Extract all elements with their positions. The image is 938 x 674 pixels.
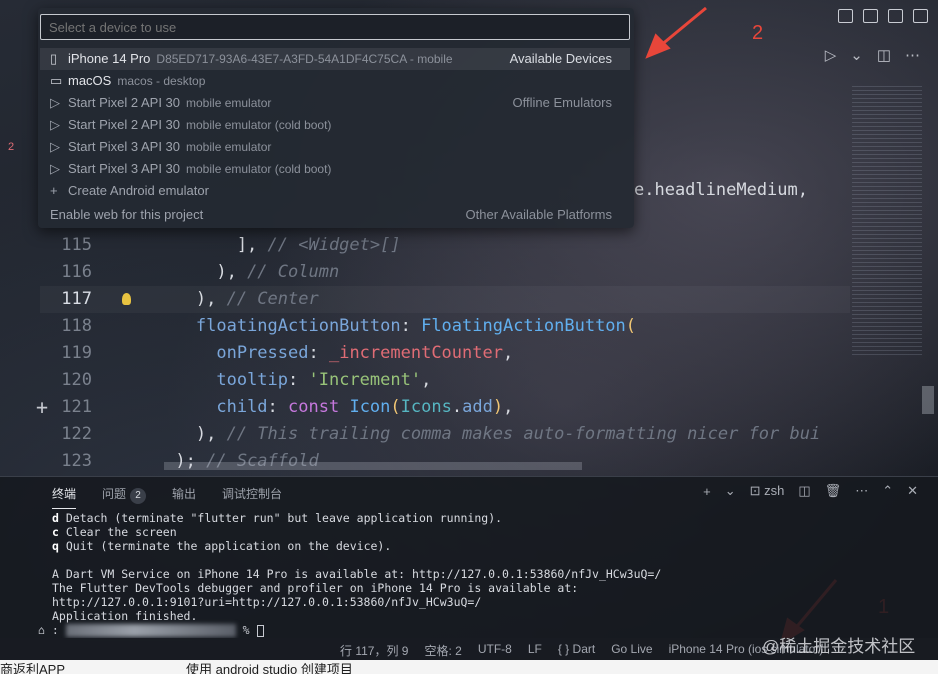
arrow-to-device-list [659, 6, 707, 48]
terminal-line: http://127.0.0.1:9101?uri=http://127.0.0… [52, 595, 912, 609]
split-terminal-icon[interactable]: ◫ [798, 483, 810, 499]
terminal-cursor [256, 624, 264, 637]
close-icon[interactable]: ✕ [907, 483, 918, 499]
watermark: @稀土掘金技术社区 [762, 637, 916, 656]
maximize-panel-icon[interactable]: ⌃ [882, 483, 893, 499]
underlying-page-strip: 商返利APP 使用 android studio 创建项目 [0, 660, 938, 674]
more-icon[interactable]: ⋯ [855, 483, 868, 499]
panel-tab-label: 终端 [52, 487, 77, 501]
terminal-key: q [52, 539, 59, 553]
terminal-shell[interactable]: ⊡ zsh [750, 483, 785, 499]
page-text-mid: 使用 android studio 创建项目 [186, 662, 353, 674]
page-text-left: 商返利APP [0, 662, 66, 674]
status-item[interactable]: LF [528, 642, 542, 659]
chevron-down-icon[interactable]: ⌄ [725, 483, 736, 499]
bottom-panel: 终端 问题 2 输出 调试控制台 + ⌄ ⊡ zsh ◫ 🗑 ⋯ ⌃ ✕ d Detac… [0, 476, 938, 638]
terminal-text: Clear the screen [58, 525, 177, 539]
terminal-icon: ⊡ [749, 483, 761, 498]
trash-icon[interactable]: 🗑 [825, 483, 842, 499]
panel-tab-label: 调试控制台 [222, 487, 283, 501]
problems-badge: 2 [130, 488, 147, 504]
status-item[interactable]: 空格: 2 [424, 642, 461, 659]
panel-tab-label: 输出 [172, 487, 197, 501]
status-item[interactable]: Go Live [611, 642, 652, 659]
terminal-line: Application finished. [52, 609, 912, 623]
redacted-path [65, 624, 236, 637]
status-item[interactable]: { } Dart [558, 642, 595, 659]
terminal-line: d Detach (terminate "flutter run" but le… [52, 511, 912, 525]
panel-tab[interactable]: 输出 [172, 485, 196, 509]
terminal-line: A Dart VM Service on iPhone 14 Pro is av… [52, 567, 912, 581]
annotation-number-2: 2 [752, 22, 764, 44]
terminal-key: c [52, 525, 59, 539]
panel-actions: + ⌄ ⊡ zsh ◫ 🗑 ⋯ ⌃ ✕ [703, 483, 918, 499]
new-terminal-icon[interactable]: + [703, 484, 711, 499]
terminal-line: q Quit (terminate the application on the… [52, 539, 912, 553]
terminal-output[interactable]: d Detach (terminate "flutter run" but le… [52, 511, 912, 623]
panel-tab-label: 问题 [102, 487, 127, 501]
terminal-text: Detach (terminate "flutter run" but leav… [58, 511, 503, 525]
status-item[interactable]: UTF-8 [478, 642, 512, 659]
terminal-text: Quit (terminate the application on the d… [58, 539, 392, 553]
status-item[interactable]: 行 117，列 9 [340, 642, 408, 659]
status-items: 行 117，列 9 空格: 2 UTF-8 LF{ } Dart Go Live iPho… [340, 642, 823, 659]
panel-tabs: 终端 问题 2 输出 调试控制台 [52, 485, 282, 509]
panel-tab[interactable]: 终端 [52, 485, 77, 509]
panel-tab[interactable]: 调试控制台 [222, 485, 282, 509]
panel-tab[interactable]: 问题 2 [102, 485, 147, 509]
terminal-text: The Flutter DevTools debugger and profil… [52, 581, 579, 595]
terminal-text: A Dart VM Service on iPhone 14 Pro is av… [52, 567, 662, 581]
terminal-key: d [52, 511, 59, 525]
terminal-line: The Flutter DevTools debugger and profil… [52, 581, 912, 595]
terminal-text: http://127.0.0.1:9101?uri=http://127.0.0… [52, 595, 482, 609]
terminal-line: c Clear the screen [52, 525, 912, 539]
terminal-text: Application finished. [52, 609, 198, 623]
terminal-prompt[interactable]: ⌂ : % [38, 623, 264, 637]
arrow-head-2 [645, 33, 671, 59]
